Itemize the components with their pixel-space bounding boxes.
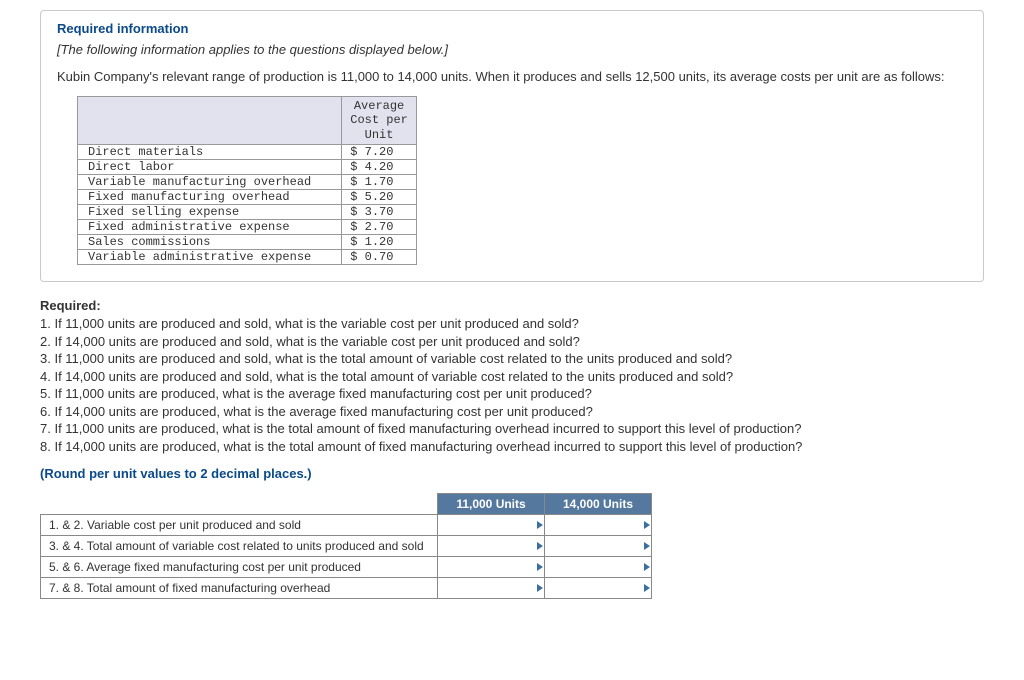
question-item: 6. If 14,000 units are produced, what is… (40, 403, 984, 421)
cost-row-label: Fixed manufacturing overhead (78, 190, 342, 205)
cost-row-value: $ 4.20 (342, 160, 417, 175)
answer-input-6[interactable] (545, 556, 652, 577)
cost-row-label: Direct materials (78, 145, 342, 160)
answer-input-7[interactable] (438, 577, 545, 598)
cost-row-value: $ 1.70 (342, 175, 417, 190)
answer-row-label: 3. & 4. Total amount of variable cost re… (41, 535, 438, 556)
required-info-title: Required information (57, 21, 967, 36)
answer-input-8[interactable] (545, 577, 652, 598)
answer-input-1[interactable] (438, 514, 545, 535)
intro-text: Kubin Company's relevant range of produc… (57, 69, 967, 84)
answer-table: 11,000 Units 14,000 Units 1. & 2. Variab… (40, 493, 652, 599)
cost-row-value: $ 2.70 (342, 220, 417, 235)
cost-row-label: Variable administrative expense (78, 250, 342, 265)
required-information-box: Required information [The following info… (40, 10, 984, 282)
cost-row-value: $ 7.20 (342, 145, 417, 160)
question-item: 3. If 11,000 units are produced and sold… (40, 350, 984, 368)
answer-input-4[interactable] (545, 535, 652, 556)
answer-row-label: 5. & 6. Average fixed manufacturing cost… (41, 556, 438, 577)
answer-table-spacer (41, 493, 438, 514)
question-list: 1. If 11,000 units are produced and sold… (40, 315, 984, 455)
question-item: 5. If 11,000 units are produced, what is… (40, 385, 984, 403)
cost-row-value: $ 0.70 (342, 250, 417, 265)
applies-note: [The following information applies to th… (57, 42, 967, 57)
round-note: (Round per unit values to 2 decimal plac… (40, 466, 984, 481)
cost-row-value: $ 1.20 (342, 235, 417, 250)
cost-row-value: $ 3.70 (342, 205, 417, 220)
question-item: 1. If 11,000 units are produced and sold… (40, 315, 984, 333)
cost-row-label: Sales commissions (78, 235, 342, 250)
answer-input-2[interactable] (545, 514, 652, 535)
cost-row-label: Fixed selling expense (78, 205, 342, 220)
question-item: 8. If 14,000 units are produced, what is… (40, 438, 984, 456)
question-item: 2. If 14,000 units are produced and sold… (40, 333, 984, 351)
cost-row-label: Direct labor (78, 160, 342, 175)
answer-input-5[interactable] (438, 556, 545, 577)
cost-table-spacer (78, 97, 342, 145)
answer-col-11000: 11,000 Units (438, 493, 545, 514)
cost-table-header: Average Cost per Unit (342, 97, 417, 145)
question-item: 4. If 14,000 units are produced and sold… (40, 368, 984, 386)
answer-col-14000: 14,000 Units (545, 493, 652, 514)
cost-row-label: Fixed administrative expense (78, 220, 342, 235)
answer-row-label: 1. & 2. Variable cost per unit produced … (41, 514, 438, 535)
required-label: Required: (40, 298, 984, 313)
question-item: 7. If 11,000 units are produced, what is… (40, 420, 984, 438)
cost-per-unit-table: Average Cost per Unit Direct materials$ … (77, 96, 417, 265)
cost-row-label: Variable manufacturing overhead (78, 175, 342, 190)
cost-row-value: $ 5.20 (342, 190, 417, 205)
answer-input-3[interactable] (438, 535, 545, 556)
answer-row-label: 7. & 8. Total amount of fixed manufactur… (41, 577, 438, 598)
